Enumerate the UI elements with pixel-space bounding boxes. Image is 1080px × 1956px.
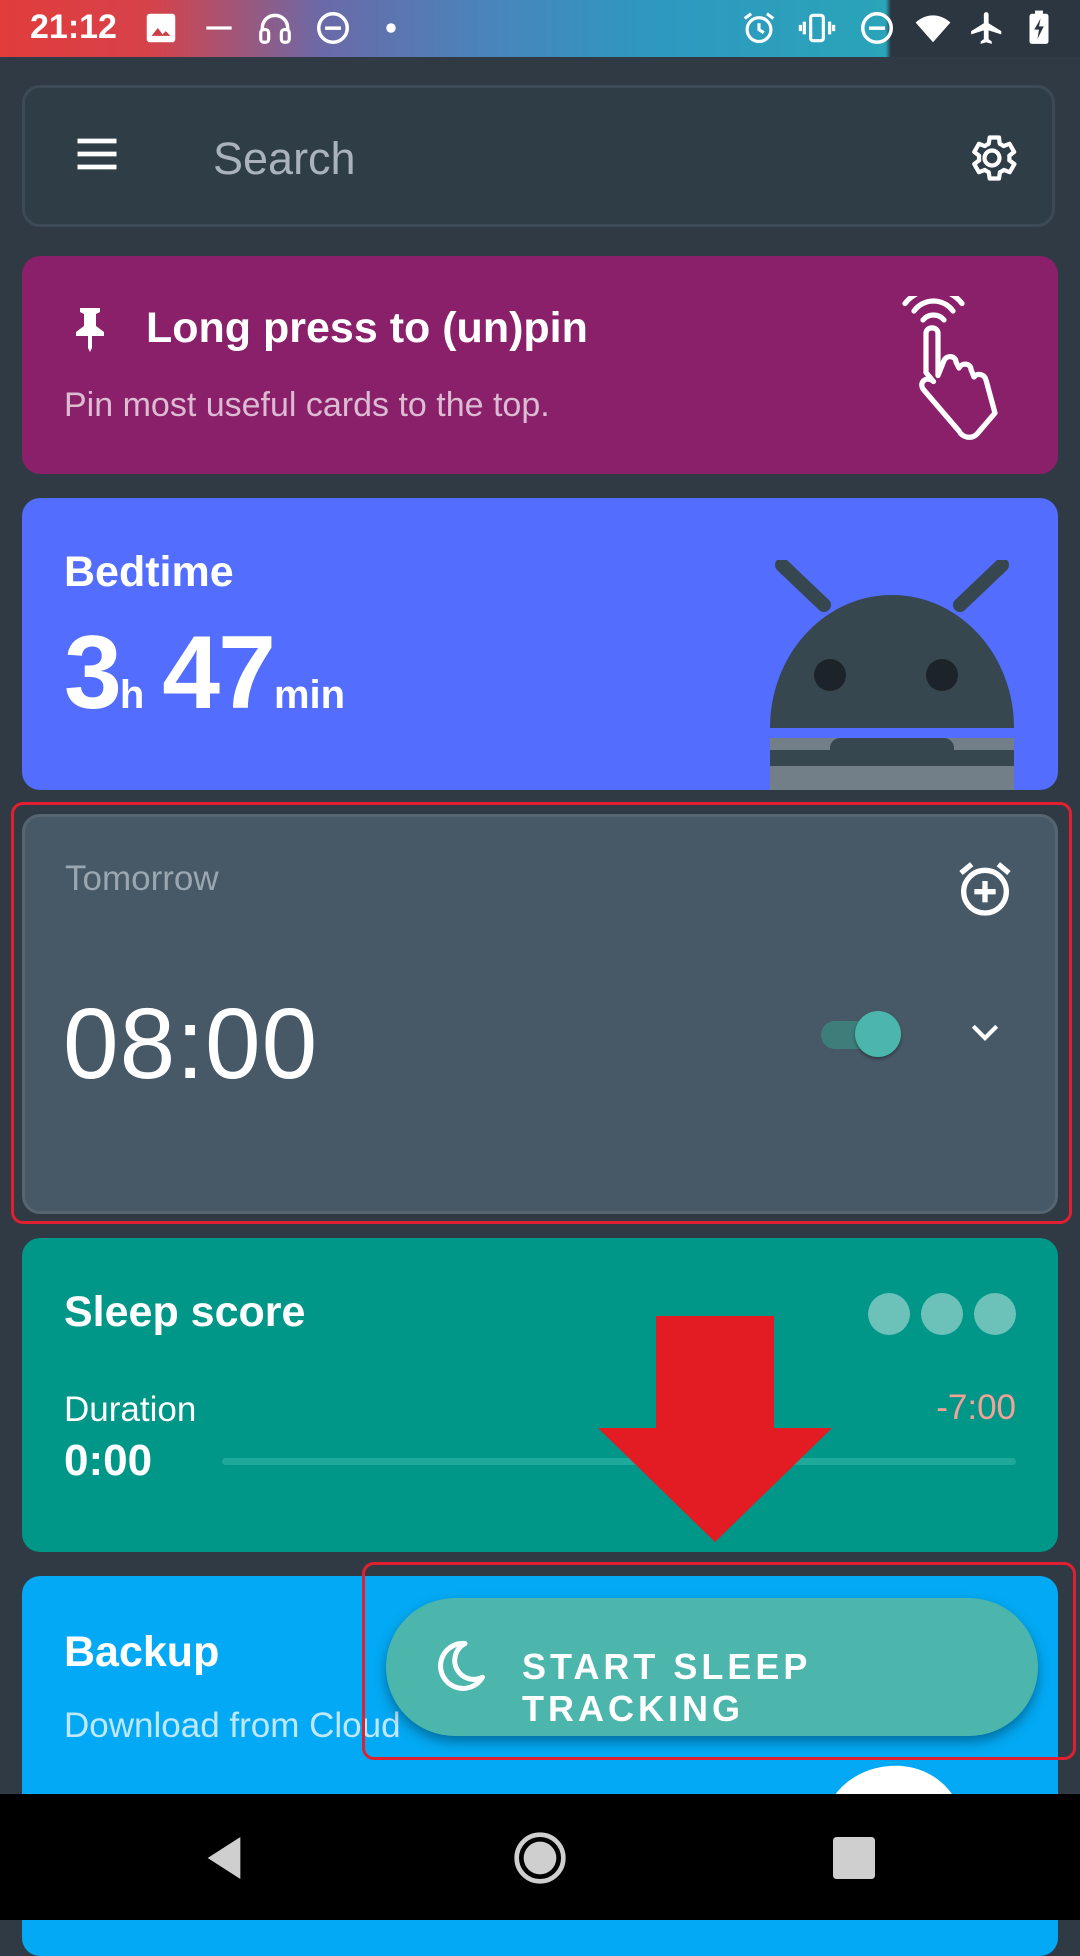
bedtime-card[interactable]: Bedtime 3h 47min	[22, 498, 1058, 790]
navigation-bar	[0, 1794, 1080, 1920]
status-time: 21:12	[30, 8, 117, 46]
status-bar: 21:12	[0, 0, 1080, 57]
headphones-icon	[259, 13, 291, 44]
moon-icon	[438, 1640, 485, 1691]
bedtime-hours: 3	[64, 615, 122, 731]
wifi-icon	[915, 15, 951, 43]
score-dot	[868, 1293, 910, 1335]
bedtime-countdown: 3h 47min	[64, 614, 363, 733]
pin-hint-card[interactable]: Long press to (un)pin Pin most useful ca…	[22, 256, 1058, 474]
score-dot	[974, 1293, 1016, 1335]
add-alarm-icon[interactable]	[953, 857, 1017, 921]
sleep-score-card[interactable]: Sleep score Duration 0:00 -7:00	[22, 1238, 1058, 1552]
start-sleep-tracking-button[interactable]: START SLEEP TRACKING	[386, 1598, 1038, 1736]
alarm-day: Tomorrow	[65, 859, 219, 898]
pin-hint-title: Long press to (un)pin	[146, 304, 588, 352]
down-arrow-icon	[598, 1316, 832, 1542]
touch-hand-icon	[902, 296, 998, 440]
dash-icon	[206, 26, 232, 30]
home-icon[interactable]	[512, 1830, 568, 1886]
duration-label: Duration	[64, 1390, 197, 1429]
gear-icon[interactable]	[964, 130, 1020, 186]
bedtime-minutes-unit: min	[273, 673, 346, 717]
search-bar[interactable]: Search	[22, 85, 1055, 227]
battery-charging-icon	[1029, 10, 1049, 44]
android-robot-icon	[770, 560, 1014, 790]
airplane-icon	[971, 12, 1002, 44]
bedtime-hours-unit: h	[119, 673, 145, 717]
dnd-icon	[317, 12, 349, 44]
chevron-down-icon[interactable]	[965, 1013, 1005, 1053]
alarm-icon	[743, 12, 775, 44]
duration-difference: -7:00	[936, 1388, 1016, 1427]
search-input[interactable]: Search	[213, 133, 356, 185]
start-sleep-tracking-label: START SLEEP TRACKING	[522, 1646, 811, 1729]
alarm-toggle[interactable]	[817, 1009, 903, 1057]
recents-icon[interactable]	[826, 1830, 882, 1886]
vibrate-icon	[798, 13, 836, 43]
menu-icon[interactable]	[71, 128, 123, 180]
dnd-icon	[861, 12, 893, 44]
alarm-time[interactable]: 08:00	[63, 987, 318, 1102]
alarm-card[interactable]: Tomorrow 08:00	[22, 814, 1058, 1214]
score-dot	[921, 1293, 963, 1335]
back-icon[interactable]	[196, 1830, 252, 1886]
duration-value: 0:00	[64, 1436, 153, 1485]
bedtime-label: Bedtime	[64, 548, 234, 596]
backup-title: Backup	[64, 1628, 220, 1676]
dot-icon	[386, 23, 396, 33]
pin-icon	[76, 308, 104, 352]
backup-subtitle: Download from Cloud	[64, 1706, 401, 1745]
bedtime-minutes: 47	[162, 615, 276, 731]
sleep-score-title: Sleep score	[64, 1288, 306, 1336]
pin-hint-subtitle: Pin most useful cards to the top.	[64, 386, 550, 424]
image-icon	[146, 13, 176, 43]
toggle-thumb	[855, 1011, 901, 1057]
